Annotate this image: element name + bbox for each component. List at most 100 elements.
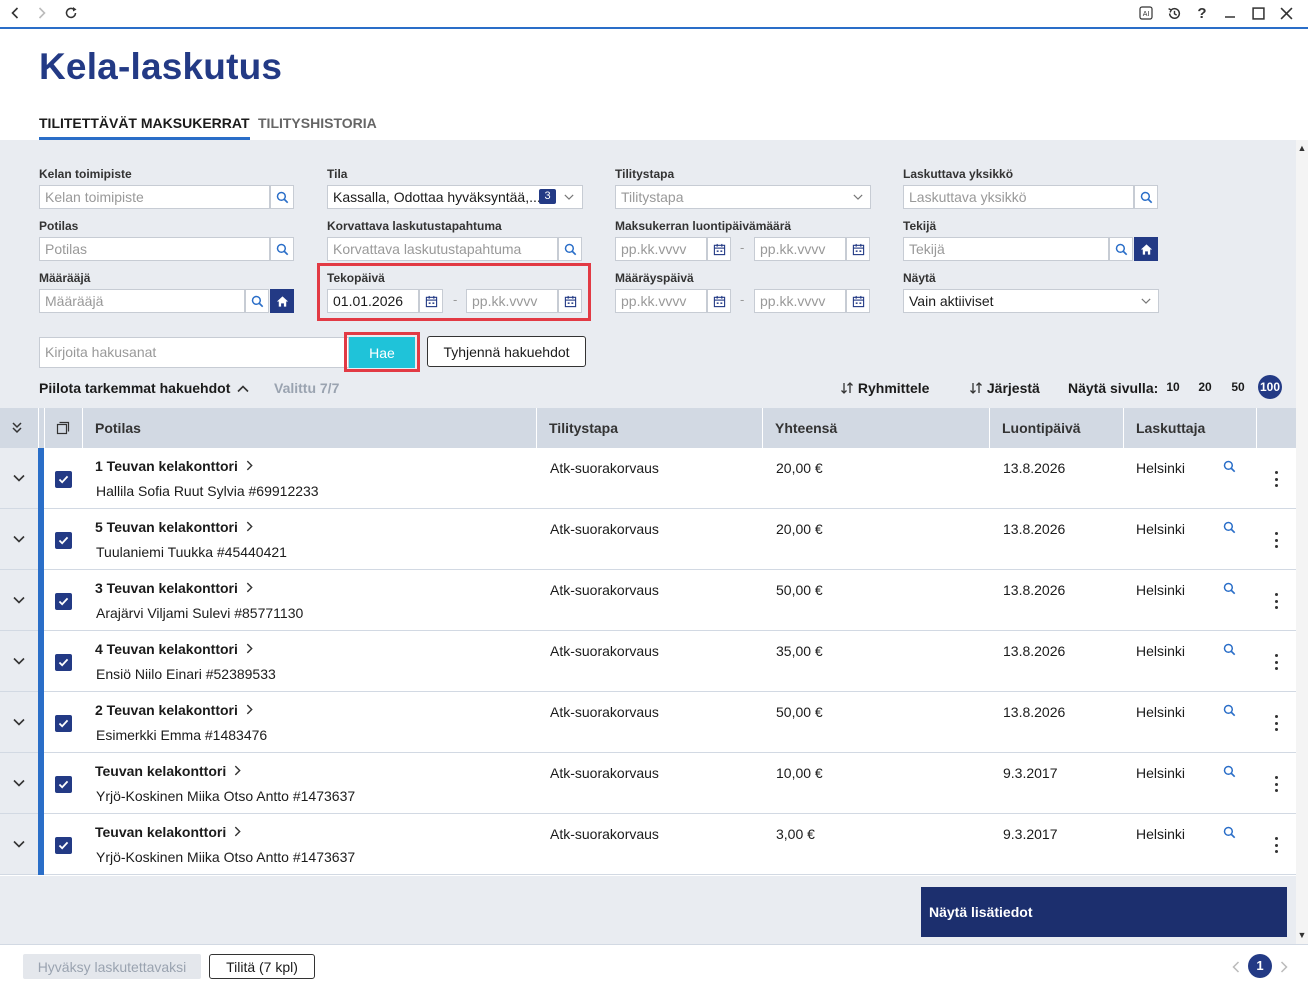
column-header-luontipaiva[interactable]: Luontipäivä: [1002, 408, 1081, 448]
table-row[interactable]: Teuvan kelakonttori Yrjö-Koskinen Miika …: [0, 753, 1296, 814]
tab-tilityshistoria[interactable]: TILITYSHISTORIA: [258, 115, 377, 140]
row-office-link[interactable]: 2 Teuvan kelakonttori: [95, 702, 253, 718]
maarayspaiva-from-calendar-icon[interactable]: [707, 289, 731, 313]
table-row[interactable]: 2 Teuvan kelakonttori Esimerkki Emma #14…: [0, 692, 1296, 753]
tilitystapa-select[interactable]: Tilitystapa: [615, 185, 871, 209]
tekopaiva-to-input[interactable]: pp.kk.vvvv: [466, 289, 558, 313]
kelan-toimipiste-input[interactable]: Kelan toimipiste: [39, 185, 270, 209]
table-row[interactable]: 5 Teuvan kelakonttori Tuulaniemi Tuukka …: [0, 509, 1296, 570]
row-checkbox[interactable]: [55, 654, 72, 671]
clear-filters-button[interactable]: Tyhjennä hakuehdot: [427, 336, 586, 367]
maaraaja-search-icon[interactable]: [245, 289, 269, 313]
tekija-input[interactable]: Tekijä: [903, 237, 1109, 261]
column-header-tilitystapa[interactable]: Tilitystapa: [549, 408, 618, 448]
row-office-link[interactable]: 3 Teuvan kelakonttori: [95, 580, 253, 596]
tila-chevron-down-icon[interactable]: [564, 192, 574, 202]
maaraaja-home-icon[interactable]: [270, 289, 294, 313]
row-search-icon[interactable]: [1223, 765, 1237, 779]
luontipaiva-to-calendar-icon[interactable]: [846, 237, 870, 261]
table-row[interactable]: 1 Teuvan kelakonttori Hallila Sofia Ruut…: [0, 448, 1296, 509]
row-more-icon[interactable]: [1270, 715, 1282, 731]
kelan-toimipiste-search-icon[interactable]: [270, 185, 294, 209]
korvattava-search-icon[interactable]: [558, 237, 582, 261]
refresh-icon[interactable]: [61, 4, 81, 22]
nayta-select[interactable]: Vain aktiiviset: [903, 289, 1159, 313]
show-details-panel[interactable]: Näytä lisätiedot: [921, 887, 1287, 937]
row-more-icon[interactable]: [1270, 837, 1282, 853]
row-office-link[interactable]: 4 Teuvan kelakonttori: [95, 641, 253, 657]
potilas-search-icon[interactable]: [270, 237, 294, 261]
potilas-input[interactable]: Potilas: [39, 237, 270, 261]
tekopaiva-from-calendar-icon[interactable]: [419, 289, 443, 313]
row-checkbox[interactable]: [55, 471, 72, 488]
hide-filters-link[interactable]: Piilota tarkemmat hakuehdot: [39, 380, 249, 396]
row-more-icon[interactable]: [1270, 654, 1282, 670]
row-expand-icon[interactable]: [0, 814, 38, 874]
korvattava-input[interactable]: Korvattava laskutustapahtuma: [327, 237, 558, 261]
maarayspaiva-to-calendar-icon[interactable]: [846, 289, 870, 313]
close-icon[interactable]: [1276, 4, 1296, 22]
per-page-20[interactable]: 20: [1196, 375, 1214, 399]
history-icon[interactable]: [1164, 4, 1184, 22]
ai-icon[interactable]: AI: [1136, 4, 1156, 22]
laskuttava-yksikko-input[interactable]: Laskuttava yksikkö: [903, 185, 1134, 209]
collapse-all-icon[interactable]: [10, 421, 24, 440]
tekopaiva-from-input[interactable]: 01.01.2026: [327, 289, 419, 313]
forward-icon[interactable]: [32, 4, 52, 22]
row-office-link[interactable]: 1 Teuvan kelakonttori: [95, 458, 253, 474]
row-more-icon[interactable]: [1270, 471, 1282, 487]
maximize-icon[interactable]: [1248, 4, 1268, 22]
maarayspaiva-from-input[interactable]: pp.kk.vvvv: [615, 289, 707, 313]
row-search-icon[interactable]: [1223, 582, 1237, 596]
row-search-icon[interactable]: [1223, 643, 1237, 657]
approve-button[interactable]: Hyväksy laskutettavaksi: [23, 954, 201, 979]
per-page-10[interactable]: 10: [1164, 375, 1182, 399]
tilitystapa-chevron-down-icon[interactable]: [853, 192, 863, 202]
row-expand-icon[interactable]: [0, 631, 38, 691]
row-office-link[interactable]: 5 Teuvan kelakonttori: [95, 519, 253, 535]
per-page-100[interactable]: 100: [1258, 375, 1282, 399]
per-page-50[interactable]: 50: [1229, 375, 1247, 399]
tekija-home-icon[interactable]: [1134, 237, 1158, 261]
settle-button[interactable]: Tilitä (7 kpl): [209, 954, 315, 979]
row-search-icon[interactable]: [1223, 521, 1237, 535]
group-button[interactable]: Ryhmittele: [840, 380, 929, 396]
search-button[interactable]: Hae: [349, 337, 415, 368]
tekija-search-icon[interactable]: [1109, 237, 1133, 261]
tab-tilitettavat[interactable]: TILITETTÄVÄT MAKSUKERRAT: [39, 115, 250, 140]
row-search-icon[interactable]: [1223, 704, 1237, 718]
scroll-down-icon[interactable]: ▼: [1296, 929, 1308, 941]
maarayspaiva-to-input[interactable]: pp.kk.vvvv: [754, 289, 846, 313]
row-checkbox[interactable]: [55, 532, 72, 549]
row-office-link[interactable]: Teuvan kelakonttori: [95, 763, 241, 779]
row-search-icon[interactable]: [1223, 826, 1237, 840]
scroll-up-icon[interactable]: ▲: [1296, 142, 1308, 154]
row-expand-icon[interactable]: [0, 448, 38, 508]
luontipaiva-to-input[interactable]: pp.kk.vvvv: [754, 237, 846, 261]
row-expand-icon[interactable]: [0, 509, 38, 569]
row-checkbox[interactable]: [55, 715, 72, 732]
luontipaiva-from-input[interactable]: pp.kk.vvvv: [615, 237, 707, 261]
table-row[interactable]: Teuvan kelakonttori Yrjö-Koskinen Miika …: [0, 814, 1296, 875]
row-expand-icon[interactable]: [0, 570, 38, 630]
row-expand-icon[interactable]: [0, 753, 38, 813]
back-icon[interactable]: [5, 4, 25, 22]
column-header-yhteensa[interactable]: Yhteensä: [775, 408, 837, 448]
nayta-chevron-down-icon[interactable]: [1141, 296, 1151, 306]
luontipaiva-from-calendar-icon[interactable]: [707, 237, 731, 261]
row-search-icon[interactable]: [1223, 460, 1237, 474]
row-office-link[interactable]: Teuvan kelakonttori: [95, 824, 241, 840]
row-expand-icon[interactable]: [0, 692, 38, 752]
laskuttava-yksikko-search-icon[interactable]: [1134, 185, 1158, 209]
column-header-potilas[interactable]: Potilas: [95, 408, 141, 448]
row-checkbox[interactable]: [55, 593, 72, 610]
row-more-icon[interactable]: [1270, 532, 1282, 548]
row-checkbox[interactable]: [55, 776, 72, 793]
row-checkbox[interactable]: [55, 837, 72, 854]
tekopaiva-to-calendar-icon[interactable]: [558, 289, 582, 313]
help-icon[interactable]: ?: [1192, 4, 1212, 22]
prev-page-icon[interactable]: [1232, 960, 1240, 978]
scrollbar[interactable]: ▲ ▼: [1296, 140, 1308, 944]
sort-button[interactable]: Järjestä: [969, 380, 1040, 396]
minimize-icon[interactable]: [1220, 4, 1240, 22]
